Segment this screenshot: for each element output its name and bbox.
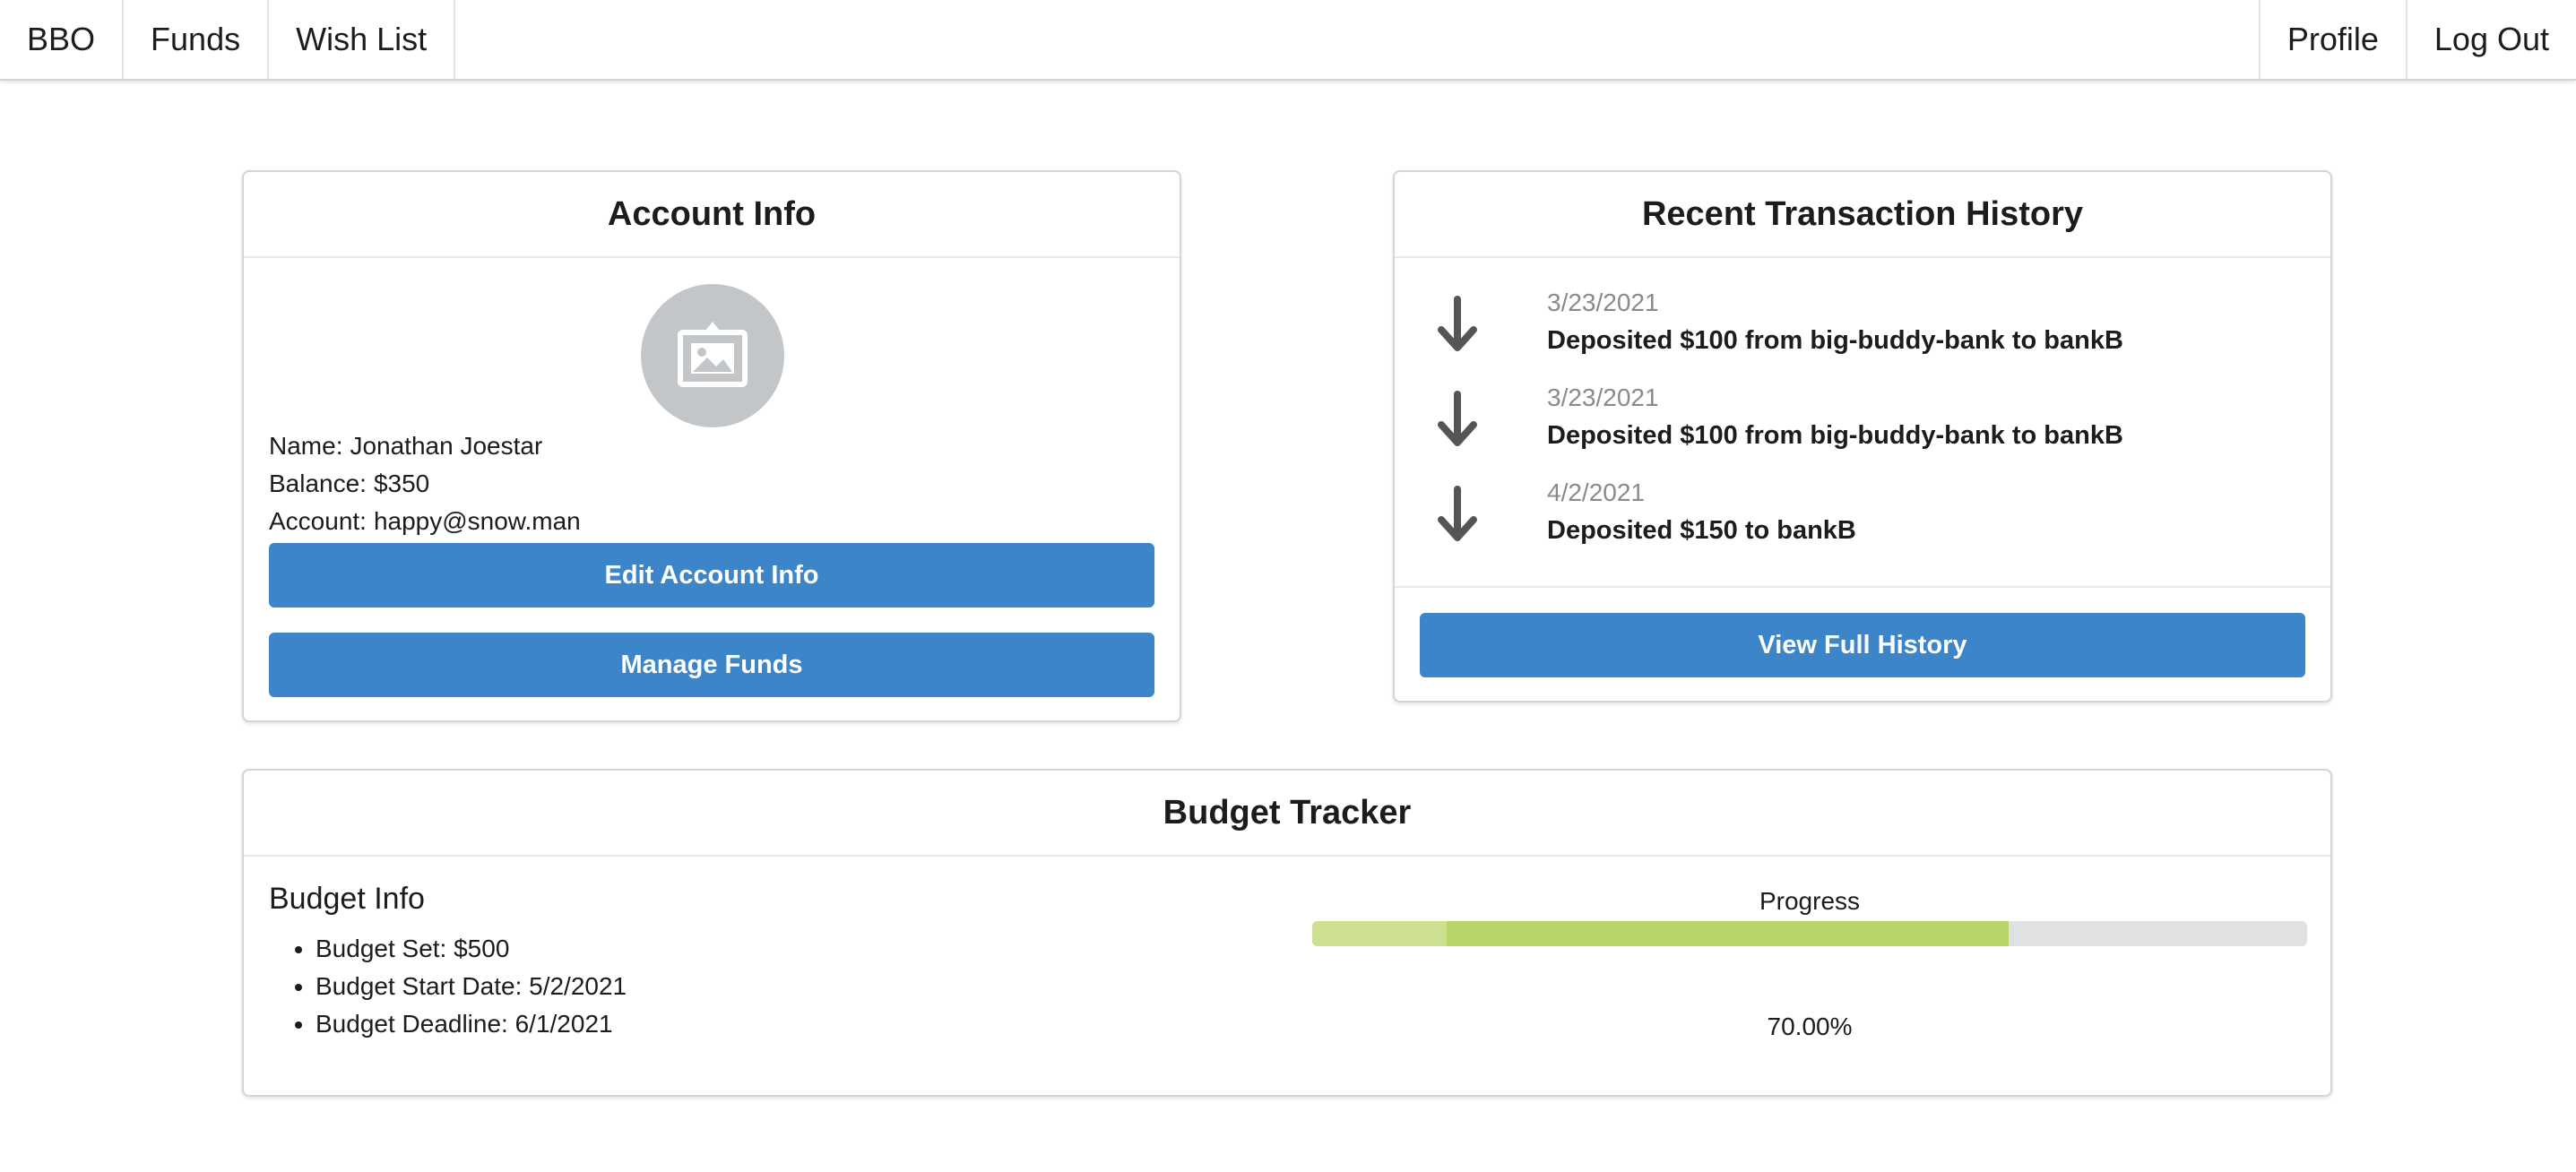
budget-start-date-item: Budget Start Date: 5/2/2021 bbox=[316, 968, 627, 1005]
nav-profile[interactable]: Profile bbox=[2258, 0, 2406, 79]
transaction-description: Deposited $100 from big-buddy-bank to ba… bbox=[1547, 326, 2123, 355]
transaction-item: 3/23/2021 Deposited $100 from big-buddy-… bbox=[1431, 383, 2291, 464]
budget-tracker-title: Budget Tracker bbox=[244, 771, 2330, 857]
avatar bbox=[641, 284, 784, 427]
progress-label: Progress bbox=[1759, 887, 1861, 915]
edit-account-info-button[interactable]: Edit Account Info bbox=[269, 543, 1154, 608]
arrow-down-icon bbox=[1438, 391, 1477, 446]
history-divider bbox=[1395, 586, 2330, 588]
transaction-description: Deposited $100 from big-buddy-bank to ba… bbox=[1547, 421, 2123, 450]
menu-left: BBO Funds Wish List bbox=[0, 0, 456, 79]
arrow-down-icon bbox=[1438, 486, 1477, 541]
account-email-value: happy@snow.man bbox=[373, 507, 581, 535]
account-balance-line: Balance: $350 bbox=[269, 470, 429, 498]
account-name-line: Name: Jonathan Joestar bbox=[269, 432, 542, 461]
account-balance-value: $350 bbox=[373, 470, 430, 497]
account-name-label: Name: bbox=[269, 432, 343, 460]
account-info-card: Account Info Name: Jonathan Joestar Balan… bbox=[242, 170, 1181, 722]
account-info-title: Account Info bbox=[244, 172, 1180, 258]
menu-right: Profile Log Out bbox=[2258, 0, 2576, 79]
manage-funds-button[interactable]: Manage Funds bbox=[269, 633, 1154, 697]
account-name-value: Jonathan Joestar bbox=[350, 432, 543, 460]
budget-info-list: Budget Set: $500 Budget Start Date: 5/2/… bbox=[269, 930, 627, 1043]
budget-deadline-item: Budget Deadline: 6/1/2021 bbox=[316, 1005, 627, 1043]
transaction-item: 4/2/2021 Deposited $150 to bankB bbox=[1431, 478, 2291, 559]
nav-log-out[interactable]: Log Out bbox=[2405, 0, 2576, 79]
top-menu: BBO Funds Wish List Profile Log Out bbox=[0, 0, 2576, 81]
transaction-description: Deposited $150 to bankB bbox=[1547, 516, 1856, 545]
view-full-history-button[interactable]: View Full History bbox=[1420, 613, 2305, 677]
progress-bar-fill bbox=[1446, 921, 2009, 946]
progress-percentage: 70.00% bbox=[1767, 1013, 1853, 1040]
account-balance-label: Balance: bbox=[269, 470, 367, 497]
progress-bar-secondary-fill bbox=[1312, 921, 1447, 946]
budget-set-item: Budget Set: $500 bbox=[316, 930, 627, 968]
budget-progress-bar bbox=[1312, 921, 2307, 946]
arrow-down-icon bbox=[1438, 296, 1477, 351]
transaction-history-card: Recent Transaction History 3/23/2021 Dep… bbox=[1393, 170, 2332, 702]
budget-info-heading: Budget Info bbox=[269, 882, 425, 916]
nav-funds[interactable]: Funds bbox=[124, 0, 270, 79]
transaction-item: 3/23/2021 Deposited $100 from big-buddy-… bbox=[1431, 289, 2291, 369]
transaction-date: 3/23/2021 bbox=[1547, 289, 1659, 316]
image-placeholder-icon bbox=[678, 322, 748, 387]
nav-bbo-home[interactable]: BBO bbox=[0, 0, 125, 79]
transaction-date: 3/23/2021 bbox=[1547, 383, 1659, 411]
transaction-history-title: Recent Transaction History bbox=[1395, 172, 2330, 258]
account-email-label: Account: bbox=[269, 507, 367, 535]
budget-tracker-card: Budget Tracker Budget Info Budget Set: $… bbox=[242, 769, 2332, 1097]
transaction-date: 4/2/2021 bbox=[1547, 478, 1645, 506]
nav-wish-list[interactable]: Wish List bbox=[269, 0, 456, 79]
account-email-line: Account: happy@snow.man bbox=[269, 507, 581, 536]
